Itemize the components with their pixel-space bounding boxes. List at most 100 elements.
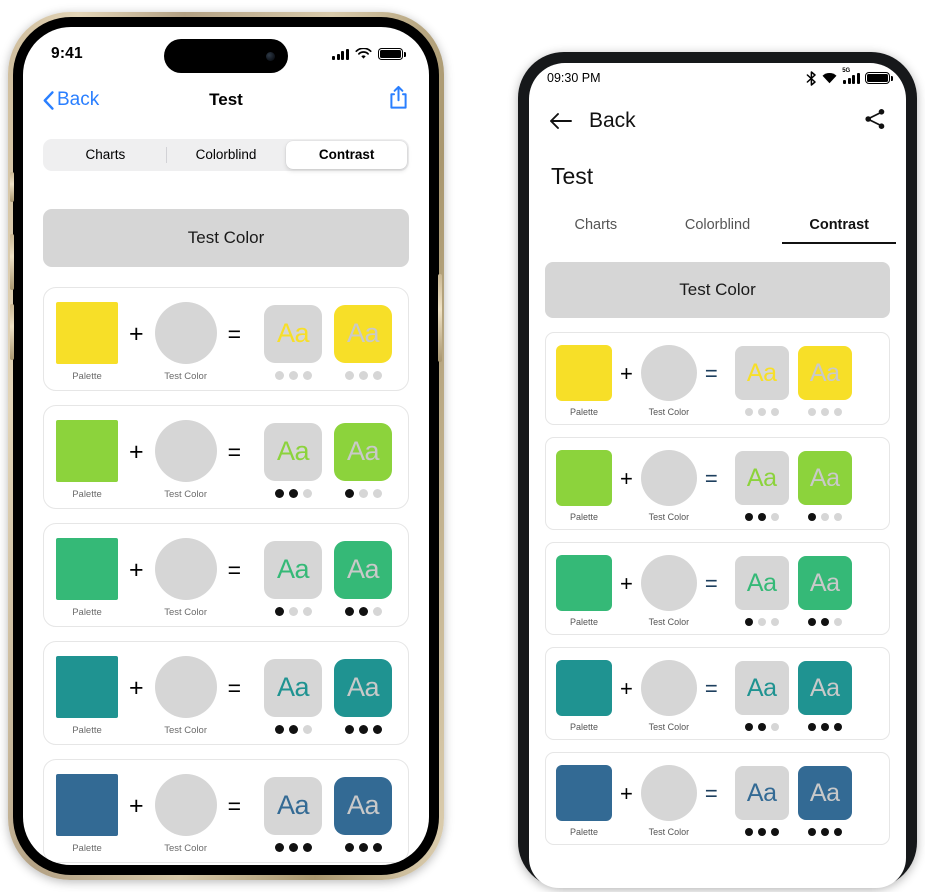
android-tab-colorblind[interactable]: Colorblind xyxy=(657,208,779,244)
test-color-label: Test Color xyxy=(648,617,690,627)
rating-dot xyxy=(744,618,753,626)
palette-color-cell: Palette xyxy=(56,774,118,854)
palette-color-swatch[interactable] xyxy=(556,450,612,506)
contrast-result-group: Aa Aa xyxy=(264,658,393,734)
palette-color-swatch[interactable] xyxy=(556,765,612,821)
contrast-row-card[interactable]: Palette + Test Color = Aa Aa xyxy=(545,332,890,425)
screenshot-stage: 9:41 Back Test Charts Colorblind Contras… xyxy=(0,0,925,892)
ios-test-color-button[interactable]: Test Color xyxy=(43,209,409,267)
ios-back-button[interactable]: Back xyxy=(43,89,99,111)
equals-operator: = xyxy=(227,320,242,347)
android-test-color-button[interactable]: Test Color xyxy=(545,262,890,318)
rating-dot xyxy=(820,828,829,836)
contrast-sample-color-on-gray: Aa xyxy=(734,766,789,836)
test-color-swatch[interactable] xyxy=(154,774,217,836)
test-color-cell: Test Color xyxy=(154,420,217,500)
rating-dot xyxy=(833,618,842,626)
sample-text-box: Aa xyxy=(334,304,393,363)
sample-text-box: Aa xyxy=(264,776,323,835)
rating-dot xyxy=(757,828,766,836)
rating-dot xyxy=(770,828,779,836)
android-status-bar: 09:30 PM 5G xyxy=(529,63,906,93)
rating-dot xyxy=(274,842,284,852)
contrast-row-card[interactable]: Palette + Test Color = Aa Aa xyxy=(545,542,890,635)
ios-segmented-control[interactable]: Charts Colorblind Contrast xyxy=(43,139,409,171)
iphone-power-button[interactable] xyxy=(438,274,442,362)
palette-color-swatch[interactable] xyxy=(556,345,612,401)
test-color-swatch[interactable] xyxy=(640,555,697,611)
palette-label: Palette xyxy=(569,722,599,732)
test-color-swatch[interactable] xyxy=(154,538,217,600)
rating-dot xyxy=(807,723,816,731)
test-color-swatch[interactable] xyxy=(640,450,697,506)
equals-operator: = xyxy=(227,438,242,465)
contrast-row-card[interactable]: Palette + Test Color = Aa Aa xyxy=(43,287,409,391)
test-color-swatch[interactable] xyxy=(154,302,217,364)
rating-dot xyxy=(833,408,842,416)
ios-status-icons xyxy=(332,44,406,60)
sample-text-box: Aa xyxy=(734,661,789,715)
palette-color-swatch[interactable] xyxy=(56,656,118,718)
rating-dot xyxy=(820,513,829,521)
ios-share-button[interactable] xyxy=(388,85,409,115)
contrast-rating-dots-right xyxy=(334,606,392,616)
palette-color-swatch[interactable] xyxy=(56,538,118,600)
plus-operator: + xyxy=(129,319,144,348)
ios-contrast-row-list: Palette + Test Color = Aa Aa Palette + Test Colo… xyxy=(43,287,409,863)
rating-dot xyxy=(288,370,298,380)
sample-text-box: Aa xyxy=(334,422,393,481)
ios-segment-colorblind[interactable]: Colorblind xyxy=(165,141,287,169)
android-tab-charts[interactable]: Charts xyxy=(535,208,657,244)
android-tab-bar[interactable]: Charts Colorblind Contrast xyxy=(529,208,906,244)
android-tab-contrast[interactable]: Contrast xyxy=(778,208,900,244)
contrast-sample-gray-on-color: Aa xyxy=(334,658,393,734)
test-color-label: Test Color xyxy=(164,725,207,736)
android-back-label[interactable]: Back xyxy=(589,109,636,133)
contrast-rating-dots-right xyxy=(798,618,852,626)
equals-operator: = xyxy=(704,780,718,806)
iphone-volume-down-button[interactable] xyxy=(10,304,14,360)
palette-color-swatch[interactable] xyxy=(556,660,612,716)
contrast-row-card[interactable]: Palette + Test Color = Aa Aa xyxy=(545,647,890,740)
test-color-swatch[interactable] xyxy=(640,765,697,821)
palette-label: Palette xyxy=(569,827,599,837)
test-color-swatch[interactable] xyxy=(154,656,217,718)
contrast-row-card[interactable]: Palette + Test Color = Aa Aa xyxy=(43,759,409,863)
palette-color-swatch[interactable] xyxy=(56,302,118,364)
sample-text-box: Aa xyxy=(797,451,852,505)
contrast-row-card[interactable]: Palette + Test Color = Aa Aa xyxy=(43,405,409,509)
android-screen: 09:30 PM 5G Back Test Charts Colorblind … xyxy=(529,63,906,888)
palette-color-cell: Palette xyxy=(56,538,118,618)
rating-dot xyxy=(302,370,312,380)
ios-back-label: Back xyxy=(57,89,100,110)
contrast-rating-dots-left xyxy=(735,513,789,521)
palette-color-swatch[interactable] xyxy=(56,774,118,836)
contrast-row-card[interactable]: Palette + Test Color = Aa Aa xyxy=(43,641,409,745)
test-color-label: Test Color xyxy=(164,607,207,618)
test-color-swatch[interactable] xyxy=(640,345,697,401)
contrast-rating-dots-right xyxy=(798,828,852,836)
iphone-volume-up-button[interactable] xyxy=(10,234,14,290)
test-color-cell: Test Color xyxy=(640,555,697,627)
ios-segment-contrast[interactable]: Contrast xyxy=(286,141,408,169)
ios-segment-charts[interactable]: Charts xyxy=(45,141,166,169)
palette-color-swatch[interactable] xyxy=(556,555,612,611)
ios-status-bar: 9:41 xyxy=(23,27,429,77)
arrow-left-icon[interactable] xyxy=(549,111,573,131)
contrast-rating-dots-left xyxy=(264,724,322,734)
rating-dot xyxy=(358,488,368,498)
iphone-silent-switch[interactable] xyxy=(10,172,14,202)
equals-operator: = xyxy=(227,792,242,819)
contrast-result-group: Aa Aa xyxy=(734,661,852,731)
android-share-button[interactable] xyxy=(864,108,886,135)
contrast-row-card[interactable]: Palette + Test Color = Aa Aa xyxy=(545,752,890,845)
test-color-swatch[interactable] xyxy=(154,420,217,482)
contrast-row-card[interactable]: Palette + Test Color = Aa Aa xyxy=(43,523,409,627)
test-color-swatch[interactable] xyxy=(640,660,697,716)
rating-dot xyxy=(807,513,816,521)
rating-dot xyxy=(358,606,368,616)
contrast-row-card[interactable]: Palette + Test Color = Aa Aa xyxy=(545,437,890,530)
signal-bars-icon xyxy=(332,48,349,60)
palette-color-swatch[interactable] xyxy=(56,420,118,482)
rating-dot xyxy=(372,488,382,498)
